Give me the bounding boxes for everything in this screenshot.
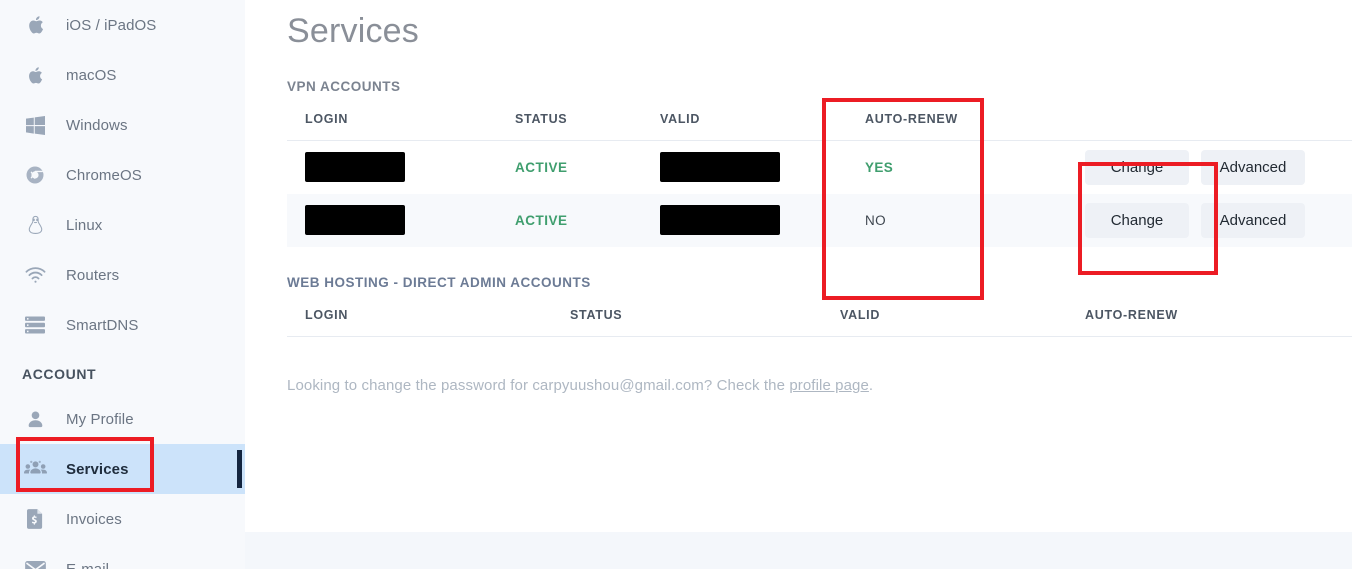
linux-penguin-icon	[22, 212, 48, 238]
sidebar-item-routers[interactable]: Routers	[0, 250, 245, 300]
cell-valid	[642, 141, 847, 194]
column-header-login: LOGIN	[287, 297, 552, 337]
status-badge: ACTIVE	[515, 159, 568, 175]
vpn-accounts-table: LOGIN STATUS VALID AUTO-RENEW ACTIVE YES…	[287, 102, 1352, 247]
redacted-valid-value	[660, 205, 780, 235]
cell-actions: Change Advanced	[1067, 141, 1352, 194]
cell-login	[287, 141, 497, 194]
table-header-row: LOGIN STATUS VALID AUTO-RENEW	[287, 297, 1352, 337]
sidebar-item-label: ChromeOS	[66, 166, 142, 184]
sidebar-item-my-profile[interactable]: My Profile	[0, 394, 245, 444]
change-button[interactable]: Change	[1085, 202, 1189, 238]
sidebar: iOS / iPadOS macOS Windows ChromeOS Linu…	[0, 0, 245, 569]
sidebar-item-linux[interactable]: Linux	[0, 200, 245, 250]
app-root: iOS / iPadOS macOS Windows ChromeOS Linu…	[0, 0, 1352, 569]
auto-renew-value: YES	[865, 159, 894, 175]
sidebar-item-invoices[interactable]: Invoices	[0, 494, 245, 544]
redacted-valid-value	[660, 152, 780, 183]
envelope-icon	[22, 556, 48, 569]
sidebar-item-label: Linux	[66, 216, 103, 234]
content-card: Services VPN ACCOUNTS LOGIN STATUS VALID…	[245, 0, 1352, 532]
table-head: LOGIN STATUS VALID AUTO-RENEW	[287, 102, 1352, 141]
redacted-login-value	[305, 205, 405, 235]
change-button[interactable]: Change	[1085, 149, 1189, 185]
apple-icon	[22, 62, 48, 88]
apple-icon	[22, 12, 48, 38]
sidebar-item-ios-ipados[interactable]: iOS / iPadOS	[0, 0, 245, 50]
sidebar-item-label: Windows	[66, 116, 128, 134]
password-change-footnote: Looking to change the password for carpy…	[245, 377, 1352, 394]
cell-auto-renew: YES	[847, 141, 1067, 194]
column-header-valid: VALID	[822, 297, 1067, 337]
sidebar-item-label: SmartDNS	[66, 316, 139, 334]
footnote-suffix: .	[868, 376, 874, 394]
table-header-row: LOGIN STATUS VALID AUTO-RENEW	[287, 102, 1352, 141]
advanced-button[interactable]: Advanced	[1201, 202, 1305, 238]
cell-status: ACTIVE	[497, 141, 642, 194]
sidebar-item-email[interactable]: E-mail	[0, 544, 245, 569]
sidebar-section-account: ACCOUNT	[22, 366, 97, 382]
sidebar-item-windows[interactable]: Windows	[0, 100, 245, 150]
column-header-actions	[1067, 102, 1352, 141]
windows-icon	[22, 112, 48, 138]
sidebar-item-label: Routers	[66, 266, 120, 284]
sidebar-item-label: E-mail	[66, 560, 110, 569]
footnote-prefix: Looking to change the password for	[287, 376, 533, 394]
main-content: Services VPN ACCOUNTS LOGIN STATUS VALID…	[245, 0, 1352, 569]
cell-login	[287, 193, 497, 247]
vpn-accounts-section: VPN ACCOUNTS LOGIN STATUS VALID AUTO-REN…	[245, 79, 1352, 247]
users-group-icon	[22, 456, 48, 482]
sidebar-item-smartdns[interactable]: SmartDNS	[0, 300, 245, 350]
web-hosting-title: WEB HOSTING - DIRECT ADMIN ACCOUNTS	[287, 274, 591, 290]
sidebar-item-label: macOS	[66, 66, 117, 84]
cell-valid	[642, 193, 847, 247]
vpn-accounts-title: VPN ACCOUNTS	[287, 79, 401, 94]
table-row: ACTIVE NO Change Advanced	[287, 193, 1352, 247]
wifi-icon	[22, 262, 48, 288]
web-hosting-table: LOGIN STATUS VALID AUTO-RENEW	[287, 297, 1352, 337]
advanced-button[interactable]: Advanced	[1201, 149, 1305, 185]
table-head: LOGIN STATUS VALID AUTO-RENEW	[287, 297, 1352, 337]
table-body: ACTIVE YES Change Advanced ACTIVE NO Cha…	[287, 141, 1352, 247]
row-actions: Change Advanced	[1085, 202, 1352, 238]
table-row: ACTIVE YES Change Advanced	[287, 141, 1352, 194]
column-header-auto-renew: AUTO-RENEW	[847, 102, 1067, 141]
server-icon	[22, 312, 48, 338]
sidebar-item-chromeos[interactable]: ChromeOS	[0, 150, 245, 200]
page-title: Services	[287, 12, 419, 50]
user-icon	[22, 406, 48, 432]
sidebar-item-label: iOS / iPadOS	[66, 16, 157, 34]
sidebar-item-services[interactable]: Services	[0, 444, 245, 494]
cell-actions: Change Advanced	[1067, 193, 1352, 247]
footnote-middle: ? Check the	[703, 376, 790, 394]
column-header-status: STATUS	[497, 102, 642, 141]
sidebar-item-macos[interactable]: macOS	[0, 50, 245, 100]
auto-renew-value: NO	[865, 212, 887, 228]
redacted-login-value	[305, 152, 405, 183]
status-badge: ACTIVE	[515, 212, 568, 228]
sidebar-item-label: Invoices	[66, 510, 122, 528]
column-header-auto-renew: AUTO-RENEW	[1067, 297, 1352, 337]
footnote-email: carpyuushou@gmail.com	[532, 376, 704, 394]
column-header-status: STATUS	[552, 297, 822, 337]
invoice-icon	[22, 506, 48, 532]
column-header-valid: VALID	[642, 102, 847, 141]
profile-page-link[interactable]: profile page	[789, 377, 869, 394]
row-actions: Change Advanced	[1085, 149, 1352, 185]
chrome-icon	[22, 162, 48, 188]
column-header-login: LOGIN	[287, 102, 497, 141]
cell-status: ACTIVE	[497, 193, 642, 247]
sidebar-item-label: My Profile	[66, 410, 134, 428]
cell-auto-renew: NO	[847, 193, 1067, 247]
web-hosting-section: WEB HOSTING - DIRECT ADMIN ACCOUNTS LOGI…	[245, 275, 1352, 337]
sidebar-item-label: Services	[66, 460, 129, 478]
